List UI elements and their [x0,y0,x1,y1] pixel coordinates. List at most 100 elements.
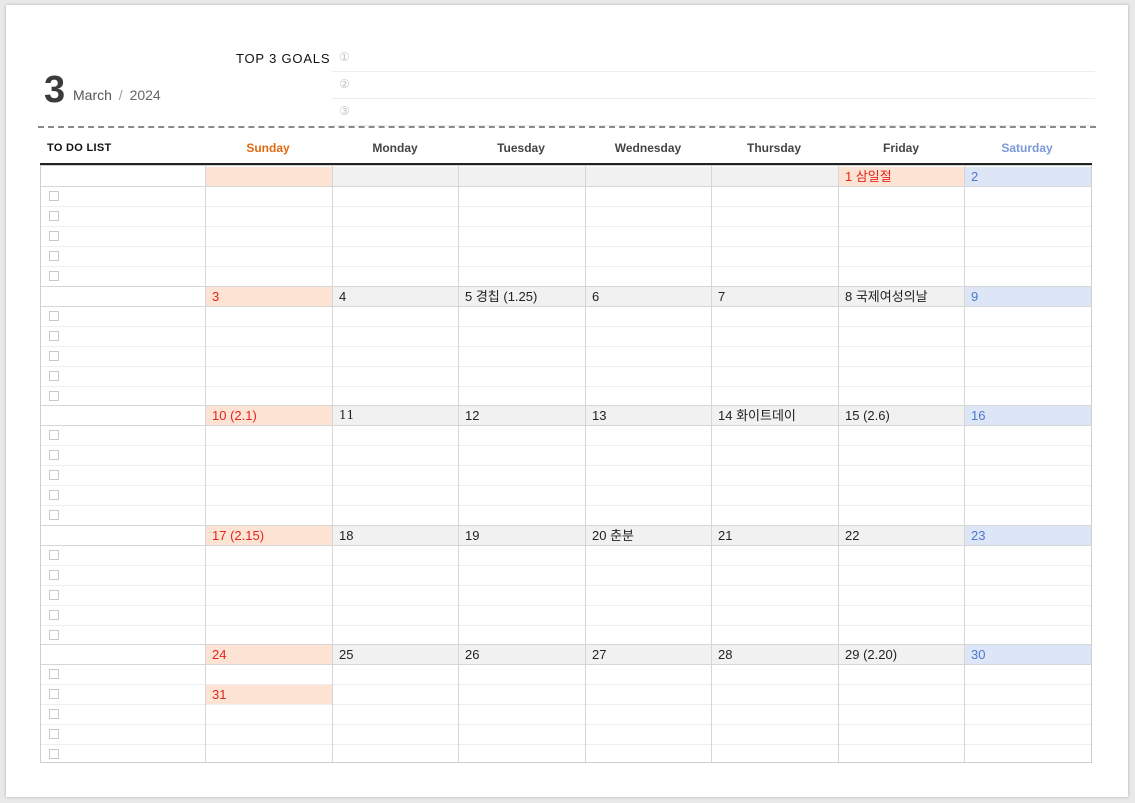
day-number: 24 [212,647,227,663]
day-cell-saturday[interactable]: 30 [965,645,1091,665]
day-cell-sunday-extra[interactable]: 31 [206,685,332,705]
day-cell-sunday[interactable]: 24 [206,645,332,665]
grid-row-line [41,246,1091,247]
day-cell-tuesday[interactable]: 19 [459,525,585,545]
day-cell-tuesday[interactable]: 5 경칩 (1.25) [459,286,585,306]
todo-checkbox[interactable] [49,450,59,461]
month-number: 3 [44,69,66,111]
day-cell-monday[interactable]: 11 [333,406,458,426]
todo-checkbox[interactable] [49,370,59,381]
day-cell-thursday[interactable]: 14 화이트데이 [712,406,838,426]
day-cell-tuesday[interactable]: 26 [459,645,585,665]
todo-checkbox[interactable] [49,689,59,700]
day-cell-thursday[interactable]: 7 [712,286,838,306]
day-cell-wednesday[interactable]: 13 [586,406,711,426]
goal-row-1[interactable]: ① [332,45,1095,72]
grid-row-line [41,744,1091,746]
dayname-sunday: Sunday [246,141,290,155]
header-divider [38,126,1096,128]
dayname-thursday: Thursday [746,141,801,155]
day-cell-monday[interactable]: 25 [333,645,458,665]
goal-marker: ② [339,77,350,91]
day-number: 12 [465,408,480,424]
dayname-saturday: Saturday [1001,141,1053,155]
day-cell-thursday[interactable]: 21 [712,525,838,545]
grid-row-line [41,445,1091,447]
day-cell-wednesday[interactable]: 20 춘분 [586,525,711,545]
todo-checkbox[interactable] [49,709,59,720]
day-cell-friday[interactable]: 15 (2.6) [839,406,964,426]
day-number: 3 [212,288,220,304]
grid-row-line [41,325,1091,327]
planner-page: 3 March / 2024 TOP 3 GOALS ① ② ③ TO DO L… [6,5,1128,797]
todo-checkbox[interactable] [49,271,59,281]
grid-row-line [41,425,1091,427]
todo-checkbox[interactable] [49,251,59,261]
day-cell-saturday[interactable]: 2 [965,167,1091,186]
todo-checkbox[interactable] [49,729,59,740]
column-header-row: TO DO LIST Sunday Monday Tuesday Wednesd… [40,137,1092,165]
day-number: 2 [971,169,979,184]
day-number: 15 (2.6) [845,408,890,424]
todo-checkbox[interactable] [49,430,59,441]
dayname-tuesday: Tuesday [497,141,545,155]
goal-row-2[interactable]: ② [332,72,1095,99]
todo-checkbox[interactable] [49,510,59,521]
todo-checkbox[interactable] [49,350,59,361]
todo-checkbox[interactable] [49,609,59,620]
todo-checkbox[interactable] [49,569,59,580]
day-number: 7 [718,288,726,304]
day-number: 8 국제여성의날 [845,288,928,304]
todo-checkbox[interactable] [49,191,59,201]
todo-checkbox[interactable] [49,470,59,481]
todo-checkbox[interactable] [49,749,59,760]
day-cell-sunday[interactable]: 3 [206,286,332,306]
day-cell-wednesday[interactable]: 6 [586,286,711,306]
day-cell-friday[interactable]: 1 삼일절 [839,167,964,186]
todo-checkbox[interactable] [49,549,59,560]
day-cell-saturday[interactable]: 9 [965,286,1091,306]
day-cell-monday[interactable] [333,167,458,186]
day-number: 23 [971,527,986,543]
day-cell-sunday[interactable] [206,167,332,186]
todo-checkbox[interactable] [49,310,59,321]
day-cell-friday[interactable]: 22 [839,525,964,545]
goal-row-3[interactable]: ③ [332,99,1095,126]
todo-checkbox[interactable] [49,211,59,221]
day-number: 11 [339,408,355,423]
todo-checkbox[interactable] [49,629,59,640]
day-cell-thursday[interactable] [712,167,838,186]
day-cell-monday[interactable]: 18 [333,525,458,545]
day-cell-tuesday[interactable]: 12 [459,406,585,426]
todo-checkbox[interactable] [49,589,59,600]
day-number: 25 [339,647,354,663]
day-cell-sunday[interactable]: 17 (2.15) [206,525,332,545]
day-cell-wednesday[interactable] [586,167,711,186]
day-number: 17 (2.15) [212,527,265,543]
dayname-friday: Friday [882,141,919,155]
grid-row-line [41,465,1091,467]
day-cell-thursday[interactable]: 28 [712,645,838,665]
todo-checkbox[interactable] [49,231,59,241]
day-number: 31 [212,687,227,703]
grid-row-line [41,385,1091,387]
day-cell-monday[interactable]: 4 [333,286,458,306]
day-cell-friday[interactable]: 29 (2.20) [839,645,964,665]
todo-list-label: TO DO LIST [47,142,112,154]
todo-checkbox[interactable] [49,490,59,501]
todo-checkbox[interactable] [49,390,59,401]
todo-checkbox[interactable] [49,330,59,341]
grid-row-line [41,226,1091,227]
day-cell-tuesday[interactable] [459,167,585,186]
day-number: 9 [971,288,979,304]
day-number: 16 [971,408,986,424]
day-cell-friday[interactable]: 8 국제여성의날 [839,286,964,306]
day-cell-wednesday[interactable]: 27 [586,645,711,665]
day-cell-sunday[interactable]: 10 (2.1) [206,406,332,426]
day-cell-saturday[interactable]: 16 [965,406,1091,426]
day-number: 28 [718,647,733,663]
dayname-monday: Monday [372,141,418,155]
goal-marker: ③ [339,104,350,118]
todo-checkbox[interactable] [49,669,59,680]
day-cell-saturday[interactable]: 23 [965,525,1091,545]
